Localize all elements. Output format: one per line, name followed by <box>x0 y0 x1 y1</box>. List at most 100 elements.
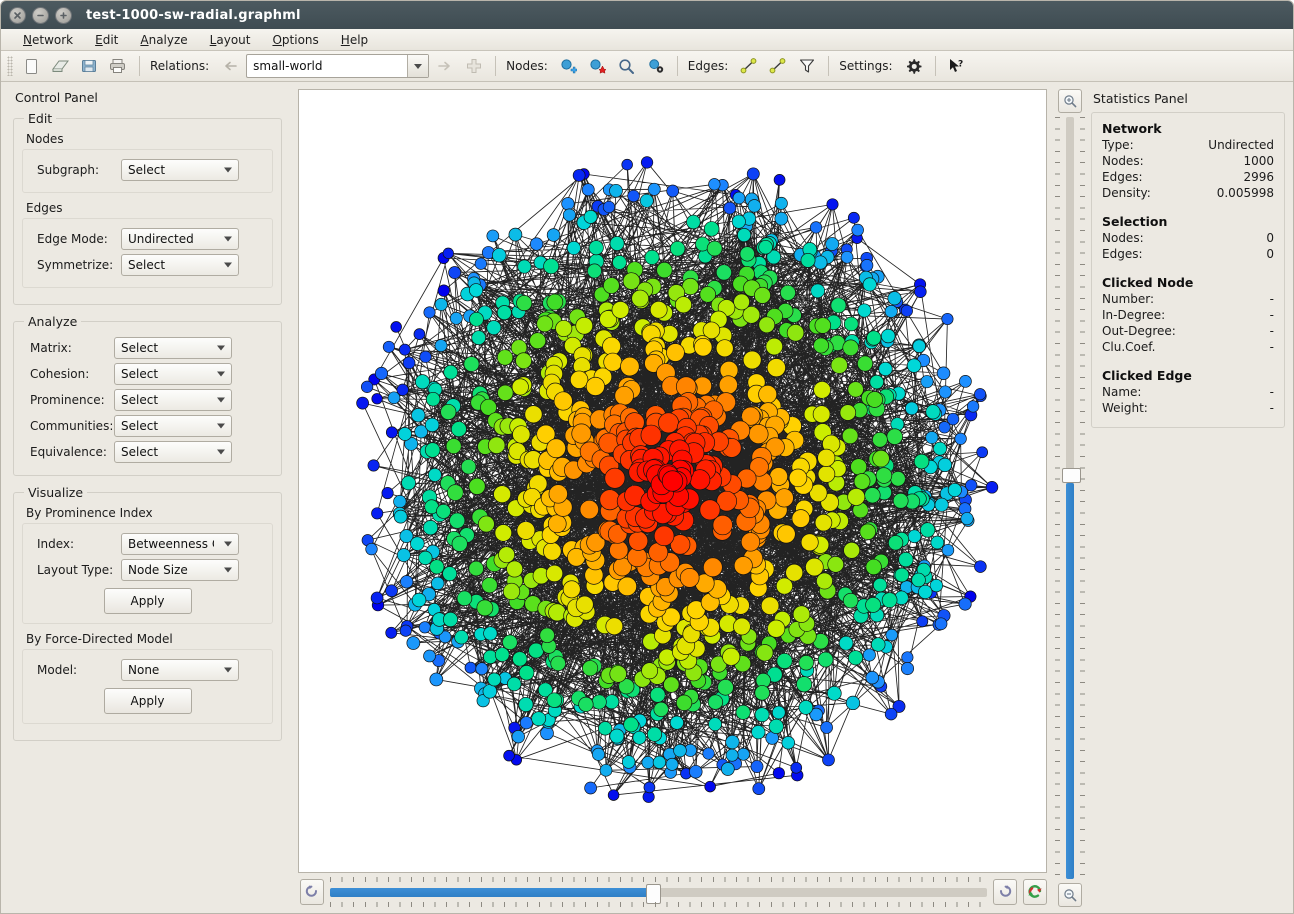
graph-node[interactable] <box>669 715 684 730</box>
graph-node[interactable] <box>423 649 436 663</box>
graph-node[interactable] <box>609 236 625 251</box>
graph-node[interactable] <box>827 556 845 573</box>
graph-node[interactable] <box>894 567 910 583</box>
menu-layout[interactable]: Layout <box>200 31 261 49</box>
add-relation-button[interactable] <box>461 53 487 79</box>
graph-node[interactable] <box>913 453 930 470</box>
graph-node[interactable] <box>493 485 512 504</box>
graph-node[interactable] <box>468 477 486 495</box>
rotate-slider[interactable] <box>330 876 987 908</box>
graph-node[interactable] <box>872 431 888 448</box>
graph-node[interactable] <box>367 459 380 472</box>
graph-node[interactable] <box>862 648 876 662</box>
next-relation-button[interactable] <box>432 53 458 79</box>
graph-node[interactable] <box>720 762 735 776</box>
graph-node[interactable] <box>381 487 394 500</box>
graph-node[interactable] <box>838 635 854 651</box>
graph-node[interactable] <box>623 716 639 733</box>
graph-node[interactable] <box>486 229 500 243</box>
graph-node[interactable] <box>516 521 536 540</box>
graph-node[interactable] <box>723 201 737 215</box>
graph-node[interactable] <box>900 662 915 676</box>
graph-node[interactable] <box>774 488 794 508</box>
graph-node[interactable] <box>546 692 563 708</box>
graph-node[interactable] <box>422 519 439 536</box>
graph-node[interactable] <box>612 255 627 270</box>
graph-node[interactable] <box>398 343 411 356</box>
graph-node[interactable] <box>471 330 486 346</box>
graph-node[interactable] <box>847 381 864 398</box>
graph-node[interactable] <box>938 385 952 399</box>
graph-node[interactable] <box>774 211 789 226</box>
graph-node[interactable] <box>371 393 383 405</box>
graph-node[interactable] <box>529 332 547 350</box>
graph-node[interactable] <box>758 384 778 404</box>
graph-node[interactable] <box>817 651 834 668</box>
graph-node[interactable] <box>356 396 369 410</box>
add-edge-button[interactable] <box>736 53 762 79</box>
graph-node[interactable] <box>842 592 859 609</box>
save-file-button[interactable] <box>76 53 102 79</box>
graph-node[interactable] <box>374 366 389 380</box>
graph-node[interactable] <box>869 374 884 390</box>
graph-node[interactable] <box>800 252 816 268</box>
graph-node[interactable] <box>503 749 515 762</box>
graph-node[interactable] <box>813 255 828 270</box>
graph-node[interactable] <box>579 499 599 520</box>
graph-node[interactable] <box>448 266 462 280</box>
graph-node[interactable] <box>406 636 421 650</box>
graph-node[interactable] <box>890 471 906 487</box>
graph-node[interactable] <box>512 651 528 667</box>
graph-node[interactable] <box>788 468 808 488</box>
graph-node[interactable] <box>822 753 835 767</box>
graph-node[interactable] <box>456 590 473 607</box>
graph-node[interactable] <box>418 621 431 634</box>
graph-node[interactable] <box>385 626 398 639</box>
graph-node[interactable] <box>798 655 814 671</box>
graph-node[interactable] <box>706 240 723 257</box>
graph-node[interactable] <box>429 672 444 687</box>
graph-node[interactable] <box>539 627 555 644</box>
graph-node[interactable] <box>550 655 566 672</box>
matrix-select[interactable]: Select <box>114 337 232 359</box>
graph-node[interactable] <box>644 249 660 265</box>
graph-node[interactable] <box>605 617 624 636</box>
new-document-button[interactable] <box>18 53 44 79</box>
graph-node[interactable] <box>862 277 877 292</box>
graph-node[interactable] <box>985 481 999 494</box>
graph-node[interactable] <box>652 755 667 769</box>
close-window-button[interactable] <box>9 6 26 24</box>
graph-node[interactable] <box>875 467 893 484</box>
graph-node[interactable] <box>752 782 766 796</box>
graph-node[interactable] <box>857 355 874 372</box>
graph-node[interactable] <box>771 705 786 720</box>
graph-node[interactable] <box>725 734 740 750</box>
graph-node[interactable] <box>814 513 833 532</box>
graph-node[interactable] <box>498 546 516 564</box>
graph-node[interactable] <box>842 339 859 357</box>
graph-node[interactable] <box>582 660 599 677</box>
graph-node[interactable] <box>546 438 566 459</box>
graph-node[interactable] <box>609 183 623 198</box>
graph-node[interactable] <box>796 676 813 693</box>
force-model-select[interactable]: None <box>121 659 239 681</box>
graph-node[interactable] <box>930 535 945 550</box>
graph-node[interactable] <box>679 568 700 588</box>
graph-node[interactable] <box>393 494 407 509</box>
graph-node[interactable] <box>464 661 477 674</box>
graph-node[interactable] <box>776 652 793 669</box>
graph-node[interactable] <box>402 356 416 370</box>
graph-node[interactable] <box>609 665 627 683</box>
graph-node[interactable] <box>751 725 766 740</box>
graph-node[interactable] <box>575 595 594 614</box>
graph-node[interactable] <box>469 311 484 327</box>
graph-node[interactable] <box>569 370 589 389</box>
graph-node[interactable] <box>674 296 693 314</box>
graph-node[interactable] <box>578 696 594 713</box>
graph-node[interactable] <box>548 484 568 504</box>
graph-node[interactable] <box>798 700 814 715</box>
find-node-button[interactable] <box>614 53 640 79</box>
graph-node[interactable] <box>941 312 954 326</box>
graph-node[interactable] <box>958 597 972 611</box>
graph-node[interactable] <box>772 767 785 780</box>
